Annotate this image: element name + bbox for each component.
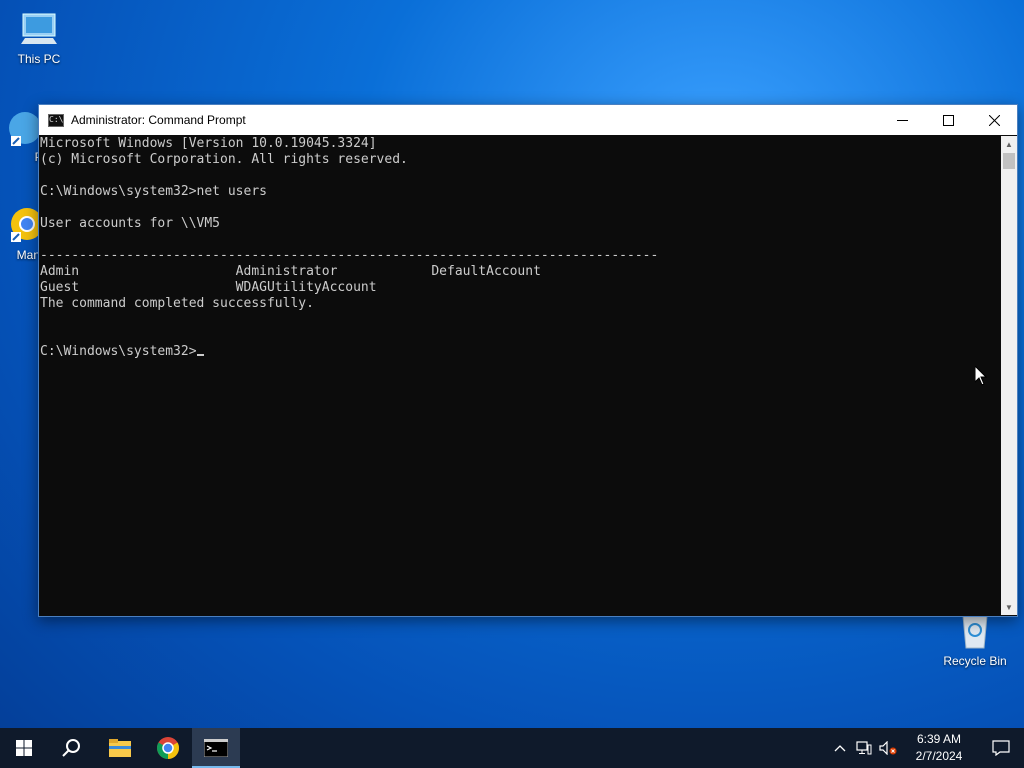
text-cursor bbox=[196, 354, 204, 356]
command-prompt-window[interactable]: C:\ Administrator: Command Prompt Micros… bbox=[38, 104, 1018, 617]
minimize-button[interactable] bbox=[879, 105, 925, 135]
console-line bbox=[39, 168, 1000, 184]
scrollbar-thumb[interactable] bbox=[1003, 153, 1015, 169]
console-line: Admin Administrator DefaultAccount bbox=[40, 264, 541, 279]
volume-button[interactable] bbox=[876, 728, 900, 768]
console-line: C:\Windows\system32>net users bbox=[40, 184, 267, 199]
console-line: Guest WDAGUtilityAccount bbox=[40, 280, 377, 295]
chevron-up-icon bbox=[834, 745, 846, 752]
console-output[interactable]: Microsoft Windows [Version 10.0.19045.33… bbox=[39, 136, 1000, 615]
network-button[interactable] bbox=[852, 728, 876, 768]
desktop-icon-this-pc[interactable]: This PC bbox=[4, 10, 74, 66]
search-button[interactable] bbox=[48, 728, 96, 768]
console-line bbox=[39, 232, 1000, 248]
action-center-button[interactable] bbox=[978, 728, 1024, 768]
volume-muted-icon bbox=[879, 741, 897, 755]
chevron-down-icon: ▼ bbox=[1005, 602, 1013, 612]
maximize-icon bbox=[942, 114, 954, 126]
console-line bbox=[39, 312, 1000, 328]
file-explorer-button[interactable] bbox=[96, 728, 144, 768]
mouse-pointer-icon bbox=[975, 366, 987, 386]
maximize-button[interactable] bbox=[925, 105, 971, 135]
close-icon bbox=[988, 114, 1000, 126]
minimize-icon bbox=[896, 119, 908, 121]
close-button[interactable] bbox=[971, 105, 1017, 135]
chevron-up-icon: ▲ bbox=[1005, 139, 1013, 149]
vertical-scrollbar[interactable]: ▲ ▼ bbox=[1001, 136, 1017, 615]
scroll-down-button[interactable]: ▼ bbox=[1001, 599, 1017, 615]
console-line: User accounts for \\VM5 bbox=[40, 216, 221, 231]
show-hidden-icons-button[interactable] bbox=[828, 728, 852, 768]
desktop-icon-recycle-bin[interactable]: Recycle Bin bbox=[940, 612, 1010, 668]
chrome-shortcut-icon bbox=[0, 206, 43, 246]
command-prompt-icon: C:\ bbox=[48, 113, 64, 127]
clock[interactable]: 6:39 AM 2/7/2024 bbox=[904, 731, 974, 765]
window-title: Administrator: Command Prompt bbox=[71, 113, 246, 127]
network-icon bbox=[856, 741, 872, 755]
recycle-bin-icon bbox=[953, 612, 997, 652]
search-icon bbox=[62, 739, 80, 757]
windows-logo-icon bbox=[16, 740, 32, 756]
taskbar: 6:39 AM 2/7/2024 bbox=[0, 728, 1024, 768]
clock-time: 6:39 AM bbox=[916, 732, 962, 746]
command-prompt-icon bbox=[204, 739, 228, 757]
computer-icon bbox=[17, 10, 61, 50]
command-prompt-taskbar-button[interactable] bbox=[192, 728, 240, 768]
window-titlebar[interactable]: C:\ Administrator: Command Prompt bbox=[39, 105, 1017, 135]
notification-icon bbox=[992, 740, 1010, 756]
start-button[interactable] bbox=[0, 728, 48, 768]
console-prompt-line[interactable]: C:\Windows\system32> bbox=[39, 344, 1000, 360]
clock-date: 2/7/2024 bbox=[915, 749, 963, 763]
scroll-up-button[interactable]: ▲ bbox=[1001, 136, 1017, 152]
console-prompt: C:\Windows\system32> bbox=[40, 344, 197, 359]
desktop-icon-label: Recycle Bin bbox=[943, 654, 1007, 668]
console-line: Microsoft Windows [Version 10.0.19045.33… bbox=[40, 136, 377, 151]
console-line: The command completed successfully. bbox=[40, 296, 314, 311]
system-tray: 6:39 AM 2/7/2024 bbox=[828, 728, 1024, 768]
chrome-button[interactable] bbox=[144, 728, 192, 768]
file-explorer-icon bbox=[109, 739, 131, 757]
console-line: ----------------------------------------… bbox=[40, 248, 659, 263]
console-line bbox=[39, 200, 1000, 216]
chrome-icon bbox=[157, 737, 179, 759]
console-line bbox=[39, 328, 1000, 344]
app-shortcut-icon bbox=[0, 108, 43, 148]
console-line: (c) Microsoft Corporation. All rights re… bbox=[40, 152, 408, 167]
desktop-icon-label: This PC bbox=[17, 52, 61, 66]
